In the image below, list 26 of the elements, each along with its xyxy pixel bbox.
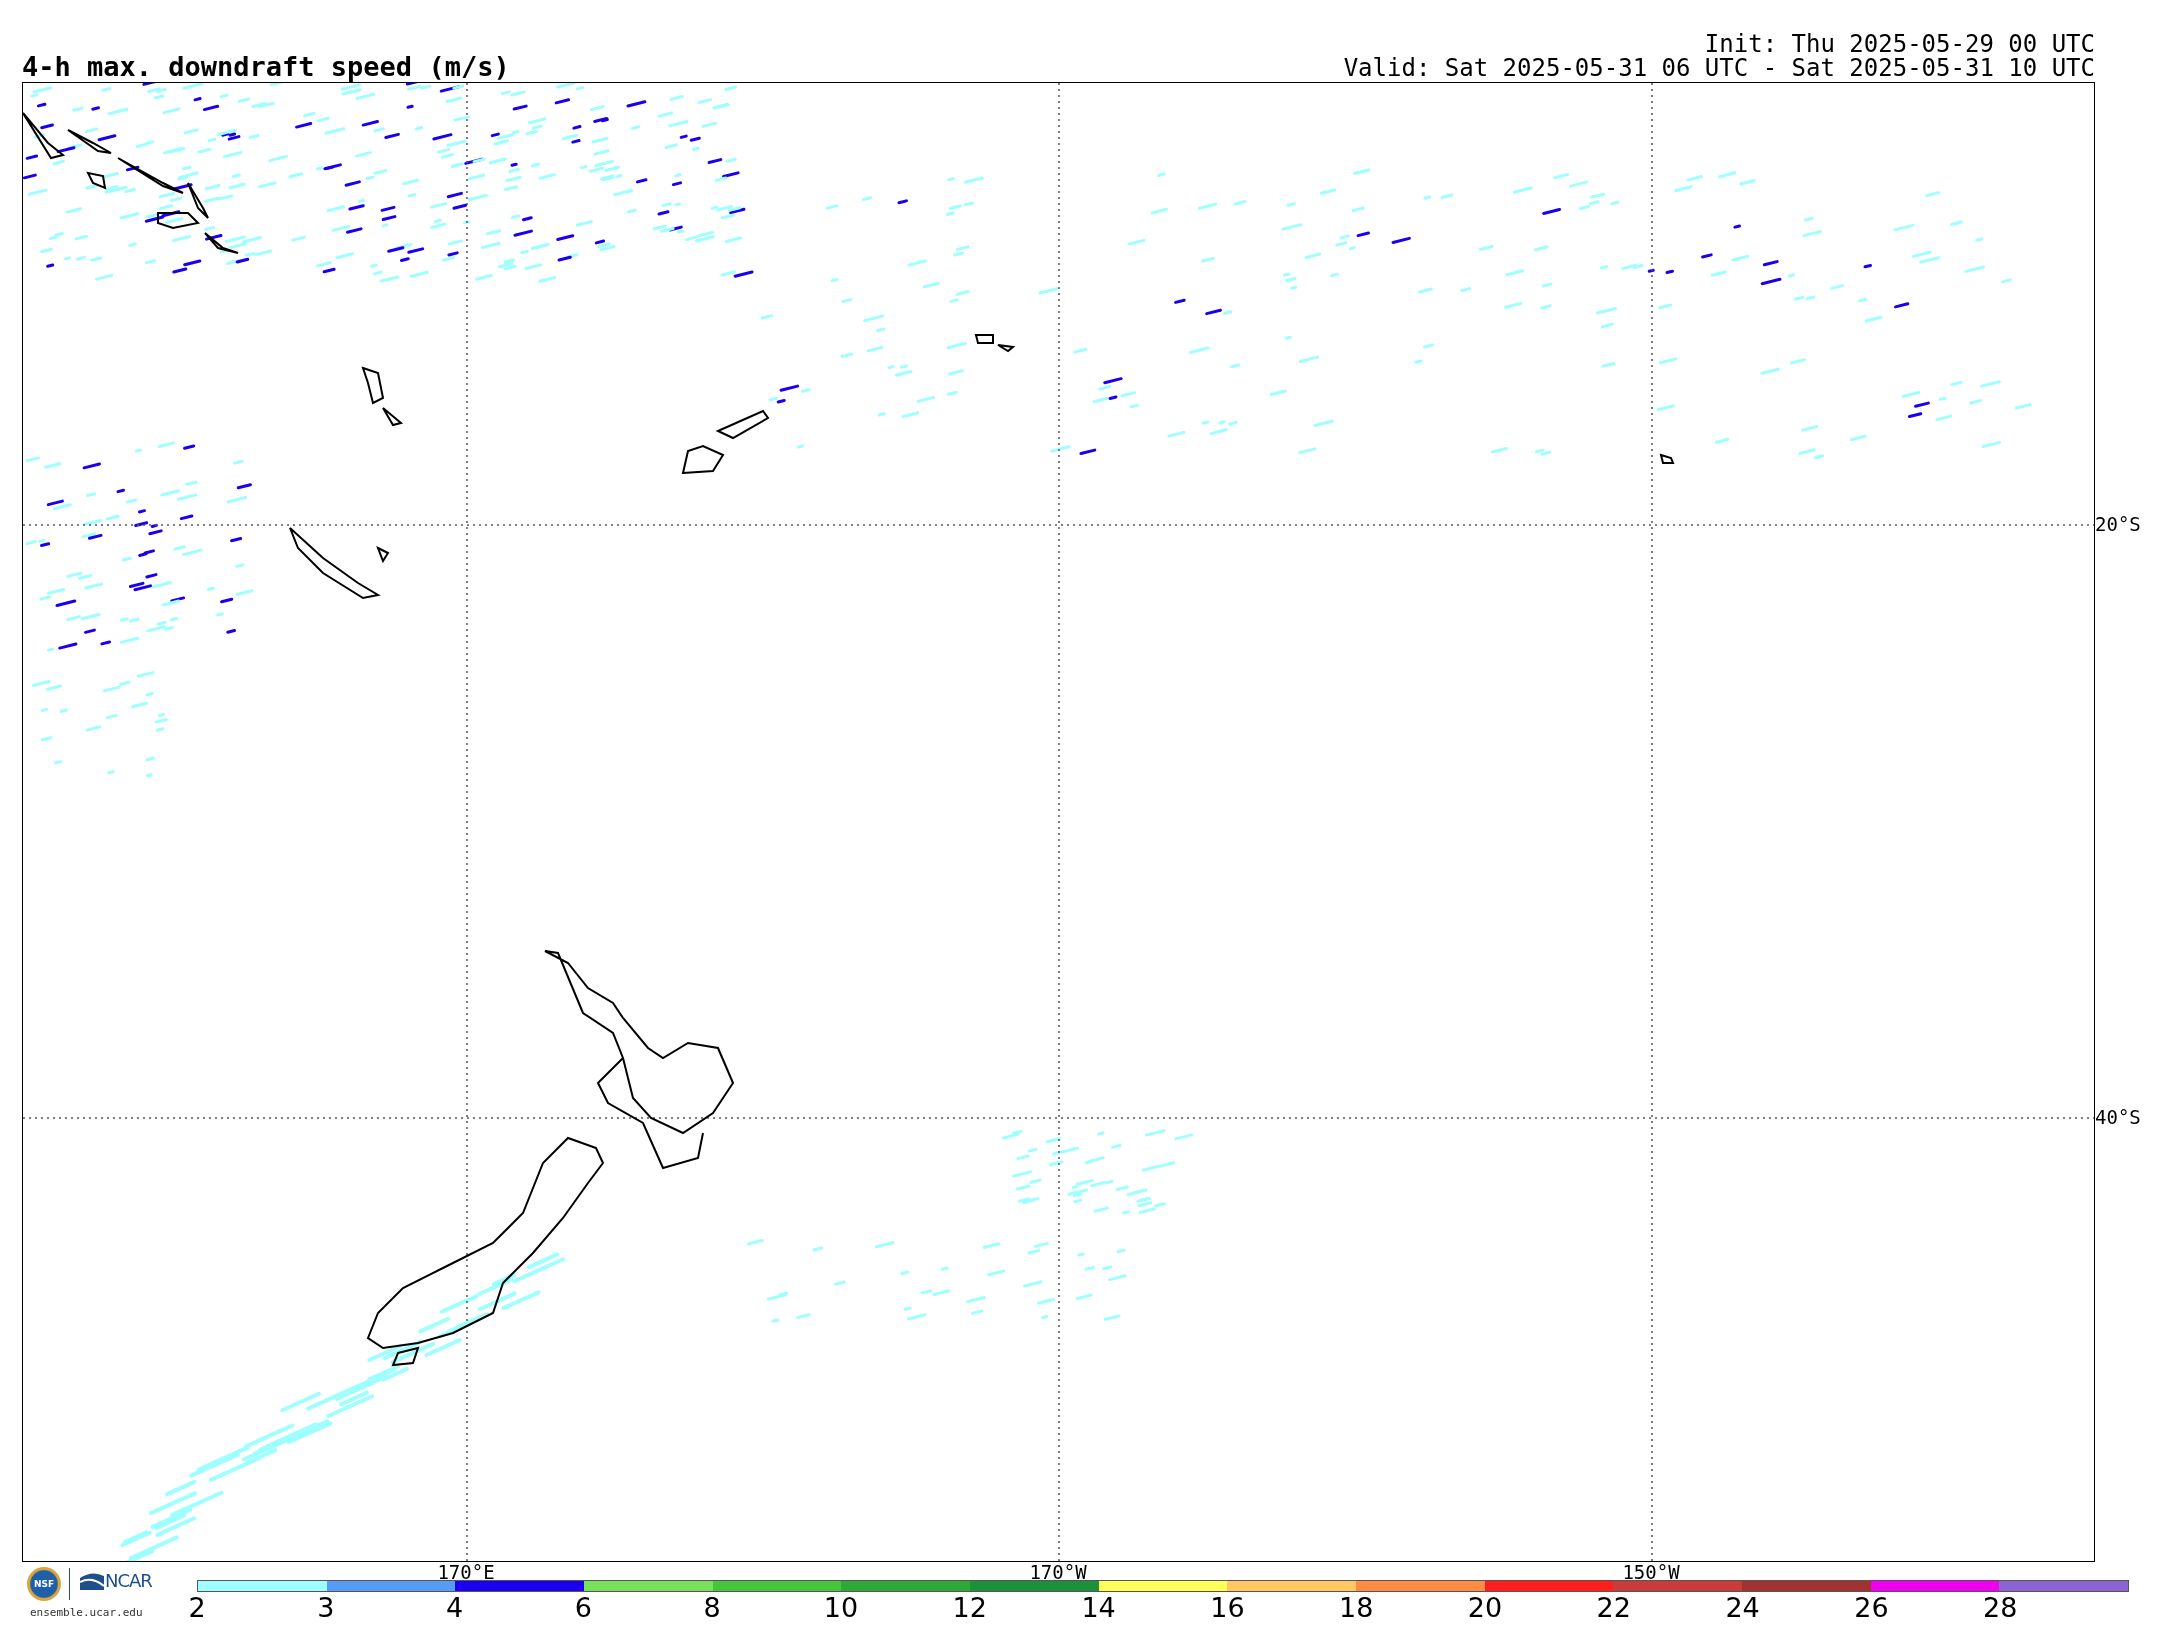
scale-tick-label: 16 [1210, 1594, 1245, 1621]
valid-time: Valid: Sat 2025-05-31 06 UTC - Sat 2025-05-31 10 UTC [1343, 56, 2095, 80]
ncar-logo: NCAR [80, 1572, 152, 1590]
scale-tick-label: 3 [317, 1594, 335, 1621]
longitude-label: 170°E [437, 1563, 495, 1582]
scale-tick-label: 22 [1596, 1594, 1631, 1621]
longitude-label: 150°W [1622, 1563, 1680, 1582]
latitude-label: 20°S [2095, 513, 2141, 535]
scale-tick-label: 28 [1983, 1594, 2018, 1621]
scale-tick-label: 8 [703, 1594, 721, 1621]
scale-tick-label: 10 [823, 1594, 859, 1621]
scale-tick-label: 18 [1339, 1594, 1374, 1621]
nsf-logo: NSF [27, 1567, 61, 1601]
chart-title: 4-h max. downdraft speed (m/s) [22, 53, 510, 80]
scale-tick-label: 2 [188, 1594, 206, 1621]
scale-tick-label: 12 [952, 1594, 987, 1621]
scale-tick-label: 6 [574, 1594, 592, 1621]
latitude-label: 40°S [2095, 1106, 2141, 1128]
scale-tick-label: 24 [1725, 1594, 1760, 1621]
longitude-label: 170°W [1029, 1563, 1087, 1582]
scale-tick-label: 26 [1854, 1594, 1889, 1621]
scale-tick-label: 20 [1467, 1594, 1503, 1621]
scale-tick-label: 4 [446, 1594, 464, 1621]
scale-tick-label: 14 [1081, 1594, 1116, 1621]
init-time: Init: Thu 2025-05-29 00 UTC [1704, 32, 2095, 56]
site-address: ensemble.ucar.edu [30, 1606, 143, 1619]
